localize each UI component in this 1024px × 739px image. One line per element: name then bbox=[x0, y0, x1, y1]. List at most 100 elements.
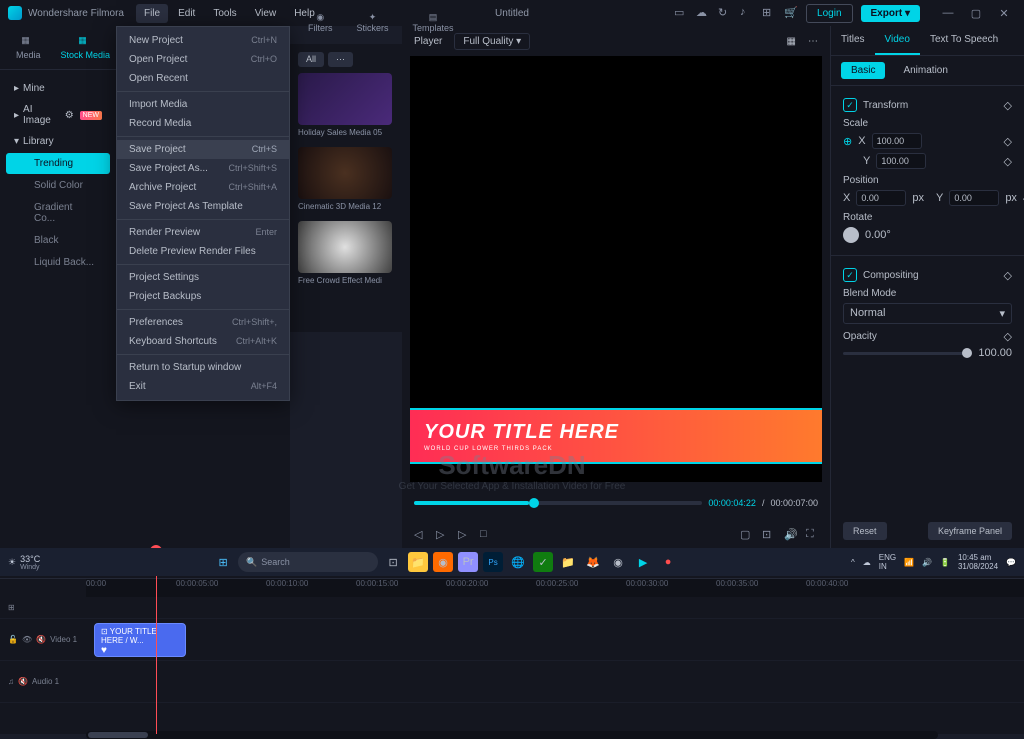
clock[interactable]: 10:45 am31/08/2024 bbox=[958, 553, 998, 571]
music-icon[interactable]: ♫ bbox=[8, 677, 14, 686]
notifications-icon[interactable]: 💬 bbox=[1006, 558, 1016, 567]
tab-tts[interactable]: Text To Speech bbox=[920, 26, 1008, 55]
capture-icon[interactable]: ⊡ bbox=[762, 528, 774, 540]
cloud-icon[interactable]: ☁ bbox=[696, 6, 710, 20]
tab-stickers[interactable]: ✦Stickers bbox=[347, 9, 399, 36]
snapshot-icon[interactable]: ▦ bbox=[787, 36, 796, 47]
app-icon[interactable]: Ps bbox=[483, 552, 503, 572]
sidebar-sub-liquid[interactable]: Liquid Back... bbox=[6, 252, 110, 273]
tab-templates[interactable]: ▤Templates bbox=[403, 9, 464, 36]
link-icon[interactable]: ⊕ bbox=[843, 135, 852, 148]
scale-y-input[interactable] bbox=[876, 153, 926, 169]
audio-track-body[interactable] bbox=[86, 661, 1024, 702]
menu-view[interactable]: View bbox=[247, 4, 285, 23]
login-button[interactable]: Login bbox=[806, 4, 852, 23]
menu-edit[interactable]: Edit bbox=[170, 4, 203, 23]
play-icon[interactable]: ▷ bbox=[436, 528, 448, 540]
app-icon[interactable]: Pr bbox=[458, 552, 478, 572]
keyframe-button[interactable]: Keyframe Panel bbox=[928, 522, 1012, 540]
subtab-animation[interactable]: Animation bbox=[893, 62, 957, 79]
taskview-icon[interactable]: ⊡ bbox=[383, 552, 403, 572]
menu-item[interactable]: Save ProjectCtrl+S bbox=[117, 140, 289, 159]
menu-item[interactable]: Open ProjectCtrl+O bbox=[117, 50, 289, 69]
mark-in-icon[interactable]: ▢ bbox=[740, 528, 752, 540]
start-button[interactable]: ⊞ bbox=[213, 552, 233, 572]
app-icon[interactable]: 📁 bbox=[558, 552, 578, 572]
sidebar-sub-black[interactable]: Black bbox=[6, 230, 110, 251]
reset-icon[interactable]: ◇ bbox=[1004, 99, 1012, 112]
player-more-icon[interactable]: ⋯ bbox=[808, 36, 818, 47]
gift-icon[interactable]: ⊞ bbox=[762, 6, 776, 20]
battery-icon[interactable]: 🔋 bbox=[940, 558, 950, 567]
pos-x-input[interactable] bbox=[856, 190, 906, 206]
tab-filters[interactable]: ◉Filters bbox=[298, 9, 343, 36]
scale-x-input[interactable] bbox=[872, 133, 922, 149]
wifi-icon[interactable]: 📶 bbox=[904, 558, 914, 567]
volume-icon[interactable]: 🔊 bbox=[922, 558, 932, 567]
weather-widget[interactable]: ☀ 33°CWindy bbox=[8, 554, 40, 571]
app-icon[interactable]: ◉ bbox=[433, 552, 453, 572]
compositing-toggle[interactable] bbox=[843, 268, 857, 282]
cast-icon[interactable]: ▭ bbox=[674, 6, 688, 20]
app-icon[interactable]: ◉ bbox=[608, 552, 628, 572]
search-box[interactable]: 🔍Search bbox=[238, 552, 378, 572]
app-icon[interactable]: ▶ bbox=[633, 552, 653, 572]
fullscreen-icon[interactable]: ⛶ bbox=[806, 528, 818, 540]
subtab-basic[interactable]: Basic bbox=[841, 62, 885, 79]
explorer-icon[interactable]: 📁 bbox=[408, 552, 428, 572]
menu-item[interactable]: Open Recent bbox=[117, 69, 289, 88]
firefox-icon[interactable]: 🦊 bbox=[583, 552, 603, 572]
next-frame-icon[interactable]: ▷ bbox=[458, 528, 470, 540]
menu-item[interactable]: Return to Startup window bbox=[117, 358, 289, 377]
sidebar-item-ai-image[interactable]: ▸ AI Image ⚙ NEW bbox=[0, 99, 116, 131]
menu-item[interactable]: Record Media bbox=[117, 114, 289, 133]
sidebar-item-mine[interactable]: ▸ Mine bbox=[0, 78, 116, 99]
menu-item[interactable]: Delete Preview Render Files bbox=[117, 242, 289, 261]
filter-all[interactable]: All bbox=[298, 52, 324, 67]
reset-icon[interactable]: ◇ bbox=[1004, 269, 1012, 282]
sidebar-sub-gradient[interactable]: Gradient Co... bbox=[6, 197, 110, 229]
media-item[interactable]: Holiday Sales Media 05 bbox=[298, 73, 394, 137]
tab-titles[interactable]: Titles bbox=[831, 26, 875, 55]
sidebar-item-library[interactable]: ▾ Library bbox=[0, 131, 116, 152]
eye-icon[interactable]: 👁 bbox=[22, 635, 32, 644]
menu-tools[interactable]: Tools bbox=[205, 4, 244, 23]
menu-item[interactable]: Save Project As Template bbox=[117, 197, 289, 216]
track-options-icon[interactable]: ⊞ bbox=[8, 603, 15, 612]
video-track-body[interactable]: ⊡ YOUR TITLE HERE / W...♥ bbox=[86, 619, 1024, 660]
mute-icon[interactable]: 🔇 bbox=[36, 635, 46, 644]
menu-item[interactable]: Render PreviewEnter bbox=[117, 223, 289, 242]
prev-frame-icon[interactable]: ◁ bbox=[414, 528, 426, 540]
menu-item[interactable]: PreferencesCtrl+Shift+, bbox=[117, 313, 289, 332]
sidebar-sub-trending[interactable]: Trending bbox=[6, 153, 110, 174]
tray-chevron-icon[interactable]: ^ bbox=[851, 558, 855, 567]
volume-icon[interactable]: 🔊 bbox=[784, 528, 796, 540]
export-button[interactable]: Export ▾ bbox=[861, 5, 920, 22]
opacity-slider[interactable] bbox=[843, 352, 972, 355]
language-indicator[interactable]: ENGIN bbox=[879, 553, 896, 571]
media-item[interactable]: Free Crowd Effect Medi bbox=[298, 221, 394, 285]
menu-file[interactable]: File bbox=[136, 4, 168, 23]
filter-more[interactable]: ⋯ bbox=[328, 52, 353, 67]
menu-item[interactable]: Keyboard ShortcutsCtrl+Alt+K bbox=[117, 332, 289, 351]
menu-item[interactable]: Project Settings bbox=[117, 268, 289, 287]
onedrive-icon[interactable]: ☁ bbox=[863, 558, 871, 567]
history-icon[interactable]: ↻ bbox=[718, 6, 732, 20]
media-item[interactable]: Cinematic 3D Media 12 bbox=[298, 147, 394, 211]
chrome-icon[interactable]: 🌐 bbox=[508, 552, 528, 572]
timeline-scrollbar[interactable] bbox=[86, 731, 938, 739]
lock-icon[interactable]: 🔓 bbox=[8, 635, 18, 644]
rotate-dial[interactable] bbox=[843, 227, 859, 243]
menu-item[interactable]: ExitAlt+F4 bbox=[117, 377, 289, 396]
progress-bar[interactable] bbox=[414, 501, 702, 505]
app-icon[interactable]: ● bbox=[658, 552, 678, 572]
reset-button[interactable]: Reset bbox=[843, 522, 887, 540]
menu-item[interactable]: Archive ProjectCtrl+Shift+A bbox=[117, 178, 289, 197]
minimize-button[interactable]: — bbox=[936, 4, 960, 22]
video-clip[interactable]: ⊡ YOUR TITLE HERE / W...♥ bbox=[94, 623, 186, 657]
tab-stock-media[interactable]: ▦Stock Media bbox=[53, 32, 119, 63]
tab-media[interactable]: ▦Media bbox=[8, 32, 49, 63]
mute-icon[interactable]: 🔇 bbox=[18, 677, 28, 686]
app-icon[interactable]: ✓ bbox=[533, 552, 553, 572]
bell-icon[interactable]: ♪ bbox=[740, 6, 754, 20]
